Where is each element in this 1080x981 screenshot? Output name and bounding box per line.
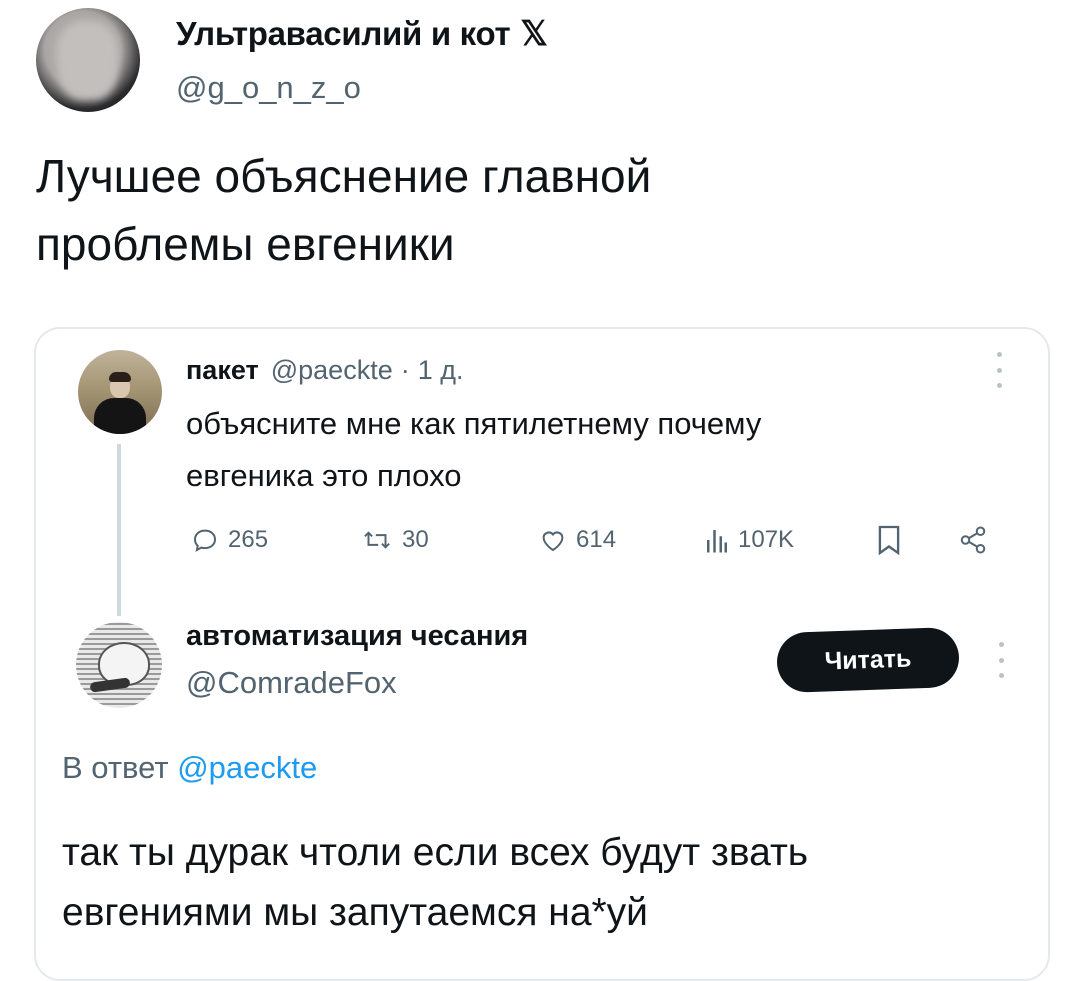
quoted-author-handle[interactable]: @paeckte [271, 355, 393, 386]
views-chart-icon [707, 530, 727, 553]
views-count: 107K [738, 526, 795, 553]
follow-button[interactable]: Читать [776, 626, 960, 694]
share-button[interactable] [958, 520, 988, 560]
quoted-post-header: пакет @paeckte · 1 д. [186, 350, 464, 390]
bookmark-button[interactable] [876, 520, 902, 560]
outer-author-name[interactable]: Ультравасилий и кот [176, 15, 511, 53]
reply-post-text: так ты дурак чтоли если всех будут звать… [62, 831, 809, 934]
reply-to-line: В ответ @paeckte [62, 750, 317, 786]
heart-icon [542, 531, 564, 552]
reply-author-avatar[interactable] [76, 622, 162, 708]
quoted-author-name[interactable]: пакет [186, 355, 259, 386]
outer-author-name-row: Ультравасилий и кот 𝕏 [176, 12, 548, 56]
thread-connector-line [117, 444, 121, 616]
share-icon [960, 526, 986, 554]
reply-to-handle-link[interactable]: @paeckte [177, 750, 317, 785]
outer-author-avatar[interactable] [36, 8, 140, 112]
quoted-author-avatar[interactable] [78, 350, 162, 434]
outer-author-handle[interactable]: @g_o_n_z_o [176, 70, 361, 106]
reply-count: 265 [228, 526, 269, 553]
x-logo-icon: 𝕏 [520, 15, 548, 53]
outer-post-text: Лучшее объяснение главной проблемы евген… [36, 150, 652, 270]
bookmark-icon [878, 525, 900, 556]
more-options-icon[interactable] [992, 350, 1006, 390]
retweet-icon [364, 531, 390, 549]
more-options-icon[interactable] [994, 640, 1008, 680]
retweet-count: 30 [402, 526, 429, 553]
reply-author-handle[interactable]: @ComradeFox [186, 665, 397, 701]
like-count: 614 [576, 526, 617, 553]
reply-icon [193, 529, 217, 552]
retweet-button[interactable]: 30 [360, 520, 429, 560]
views-button[interactable]: 107K [704, 520, 794, 560]
quoted-post-text: объясните мне как пятилетнему почему евг… [186, 406, 762, 493]
like-button[interactable]: 614 [538, 520, 616, 560]
reply-to-prefix: В ответ [62, 750, 178, 785]
separator-dot: · [400, 354, 410, 385]
quoted-post-time[interactable]: 1 д. [418, 355, 464, 386]
reply-author-name[interactable]: автоматизация чесания [186, 620, 528, 653]
reply-button[interactable]: 265 [190, 520, 268, 560]
